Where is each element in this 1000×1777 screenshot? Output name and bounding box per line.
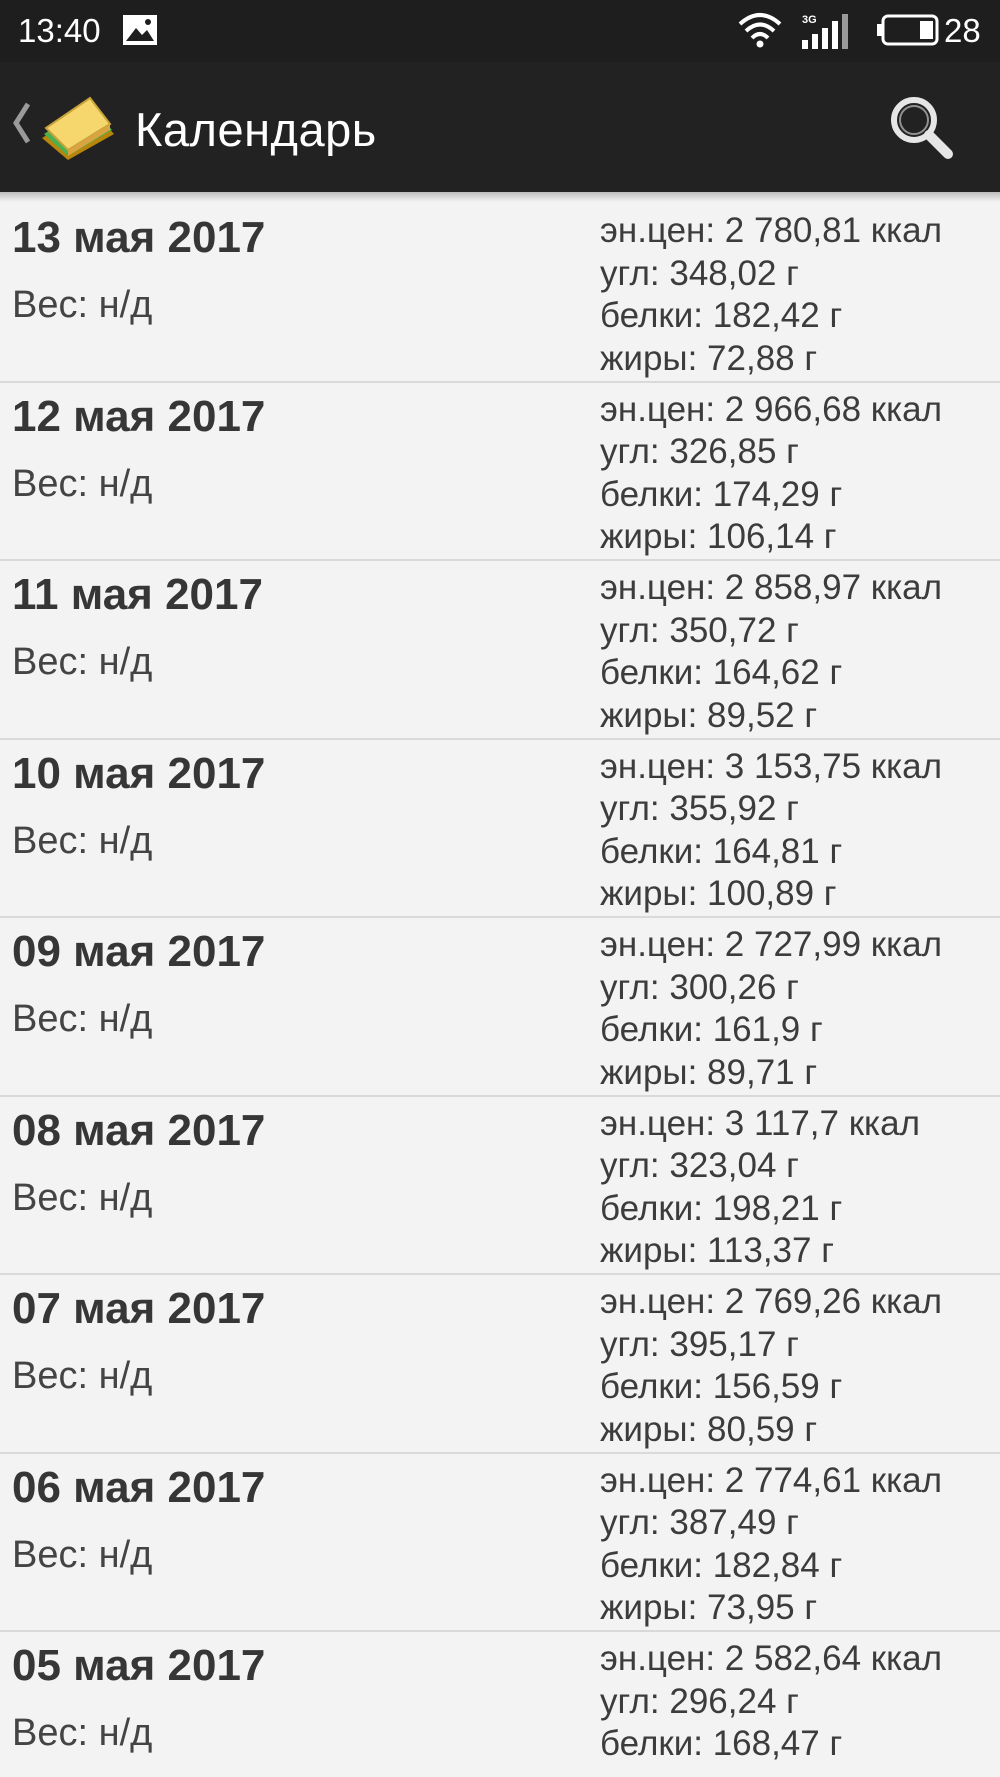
day-nutrition-stats: эн.цен: 2 858,97 ккал угл: 350,72 г белк… — [600, 567, 1000, 737]
fat-value: жиры: 113,37 г — [600, 1231, 834, 1270]
day-row[interactable]: 06 мая 2017 Вес: н/д эн.цен: 2 774,61 кк… — [0, 1453, 1000, 1632]
battery-level: 28 — [944, 12, 981, 49]
day-nutrition-stats: эн.цен: 3 117,7 ккал угл: 323,04 г белки… — [600, 1103, 1000, 1273]
fat-value: жиры: 80,59 г — [600, 1409, 818, 1449]
energy-value: эн.цен: 2 966,68 ккал — [600, 389, 943, 429]
day-date: 08 мая 2017 — [12, 1105, 266, 1155]
day-weight: Вес: н/д — [12, 998, 153, 1040]
protein-value: белки: 168,47 г — [600, 1724, 843, 1763]
day-row[interactable]: 11 мая 2017 Вес: н/д эн.цен: 2 858,97 кк… — [0, 561, 1000, 740]
app-bar: Календарь — [0, 62, 1000, 192]
energy-value: эн.цен: 3 153,75 ккал — [600, 746, 943, 786]
day-nutrition-stats: эн.цен: 2 727,99 ккал угл: 300,26 г белк… — [600, 924, 1000, 1094]
day-row[interactable]: 05 мая 2017 Вес: н/д эн.цен: 2 582,64 кк… — [0, 1632, 1000, 1777]
day-date: 13 мая 2017 — [12, 213, 266, 262]
energy-value: эн.цен: 2 769,26 ккал — [600, 1282, 943, 1321]
day-nutrition-stats: эн.цен: 2 780,81 ккал угл: 348,02 г белк… — [600, 210, 1000, 380]
day-date: 09 мая 2017 — [12, 927, 266, 976]
day-date: 07 мая 2017 — [12, 1284, 266, 1333]
day-date: 06 мая 2017 — [12, 1462, 266, 1512]
signal-icon: 3G — [802, 14, 848, 49]
carbs-value: угл: 387,49 г — [600, 1503, 799, 1542]
day-date: 05 мая 2017 — [12, 1641, 266, 1690]
carbs-value: угл: 296,24 г — [600, 1681, 799, 1721]
search-icon[interactable] — [888, 94, 954, 160]
energy-value: эн.цен: 2 858,97 ккал — [600, 568, 943, 607]
day-date: 12 мая 2017 — [12, 391, 266, 441]
day-weight: Вес: н/д — [12, 819, 153, 862]
day-weight: Вес: н/д — [12, 1176, 153, 1219]
energy-value: эн.цен: 2 582,64 ккал — [600, 1639, 943, 1678]
day-date: 11 мая 2017 — [12, 570, 263, 619]
fat-value: жиры: 72,88 г — [600, 338, 818, 378]
carbs-value: угл: 350,72 г — [600, 610, 799, 650]
day-weight: Вес: н/д — [12, 641, 153, 683]
protein-value: белки: 156,59 г — [600, 1367, 843, 1406]
wifi-icon — [738, 13, 782, 48]
day-nutrition-stats: эн.цен: 2 582,64 ккал угл: 296,24 г белк… — [600, 1638, 1000, 1766]
carbs-value: угл: 348,02 г — [600, 253, 799, 293]
day-row[interactable]: 12 мая 2017 Вес: н/д эн.цен: 2 966,68 кк… — [0, 382, 1000, 561]
carbs-value: угл: 395,17 г — [600, 1324, 799, 1364]
fat-value: жиры: 89,71 г — [600, 1052, 818, 1092]
day-row[interactable]: 13 мая 2017 Вес: н/д эн.цен: 2 780,81 кк… — [0, 204, 1000, 383]
calendar-day-list: 13 мая 2017 Вес: н/д эн.цен: 2 780,81 кк… — [0, 204, 1000, 1777]
day-date: 10 мая 2017 — [12, 748, 266, 798]
battery-icon — [877, 14, 939, 46]
carbs-value: угл: 355,92 г — [600, 789, 799, 828]
protein-value: белки: 198,21 г — [600, 1188, 843, 1228]
status-bar: 13:40 3G 28 — [0, 0, 1000, 62]
day-row[interactable]: 09 мая 2017 Вес: н/д эн.цен: 2 727,99 кк… — [0, 918, 1000, 1097]
sandwich-app-icon[interactable] — [38, 94, 118, 164]
day-weight: Вес: н/д — [12, 1355, 153, 1397]
back-chevron-icon[interactable] — [10, 100, 32, 146]
carbs-value: угл: 323,04 г — [600, 1146, 799, 1185]
day-nutrition-stats: эн.цен: 2 774,61 ккал угл: 387,49 г белк… — [600, 1460, 1000, 1630]
day-weight: Вес: н/д — [12, 284, 153, 326]
day-row[interactable]: 08 мая 2017 Вес: н/д эн.цен: 3 117,7 кка… — [0, 1096, 1000, 1275]
app-bar-shadow — [0, 192, 1000, 202]
carbs-value: угл: 300,26 г — [600, 967, 799, 1007]
fat-value: жиры: 106,14 г — [600, 517, 837, 556]
day-nutrition-stats: эн.цен: 2 966,68 ккал угл: 326,85 г белк… — [600, 389, 1000, 559]
day-weight: Вес: н/д — [12, 1533, 153, 1576]
page-title: Календарь — [135, 103, 377, 156]
protein-value: белки: 174,29 г — [600, 474, 843, 514]
protein-value: белки: 164,81 г — [600, 831, 843, 871]
protein-value: белки: 182,84 г — [600, 1545, 843, 1585]
energy-value: эн.цен: 2 727,99 ккал — [600, 925, 943, 964]
day-nutrition-stats: эн.цен: 2 769,26 ккал угл: 395,17 г белк… — [600, 1281, 1000, 1451]
energy-value: эн.цен: 3 117,7 ккал — [600, 1103, 920, 1143]
fat-value: жиры: 73,95 г — [600, 1588, 818, 1627]
day-row[interactable]: 07 мая 2017 Вес: н/д эн.цен: 2 769,26 кк… — [0, 1275, 1000, 1454]
network-type-label: 3G — [802, 14, 817, 26]
fat-value: жиры: 89,52 г — [600, 695, 818, 735]
gallery-notification-icon — [123, 15, 157, 45]
protein-value: белки: 164,62 г — [600, 653, 843, 692]
energy-value: эн.цен: 2 774,61 ккал — [600, 1460, 943, 1500]
status-time: 13:40 — [18, 12, 101, 49]
day-row[interactable]: 10 мая 2017 Вес: н/д эн.цен: 3 153,75 кк… — [0, 739, 1000, 918]
protein-value: белки: 161,9 г — [600, 1010, 823, 1049]
day-weight: Вес: н/д — [12, 462, 153, 505]
day-nutrition-stats: эн.цен: 3 153,75 ккал угл: 355,92 г белк… — [600, 746, 1000, 916]
fat-value: жиры: 100,89 г — [600, 874, 837, 913]
energy-value: эн.цен: 2 780,81 ккал — [600, 211, 943, 250]
protein-value: белки: 182,42 г — [600, 296, 843, 335]
day-weight: Вес: н/д — [12, 1712, 153, 1754]
carbs-value: угл: 326,85 г — [600, 432, 799, 471]
